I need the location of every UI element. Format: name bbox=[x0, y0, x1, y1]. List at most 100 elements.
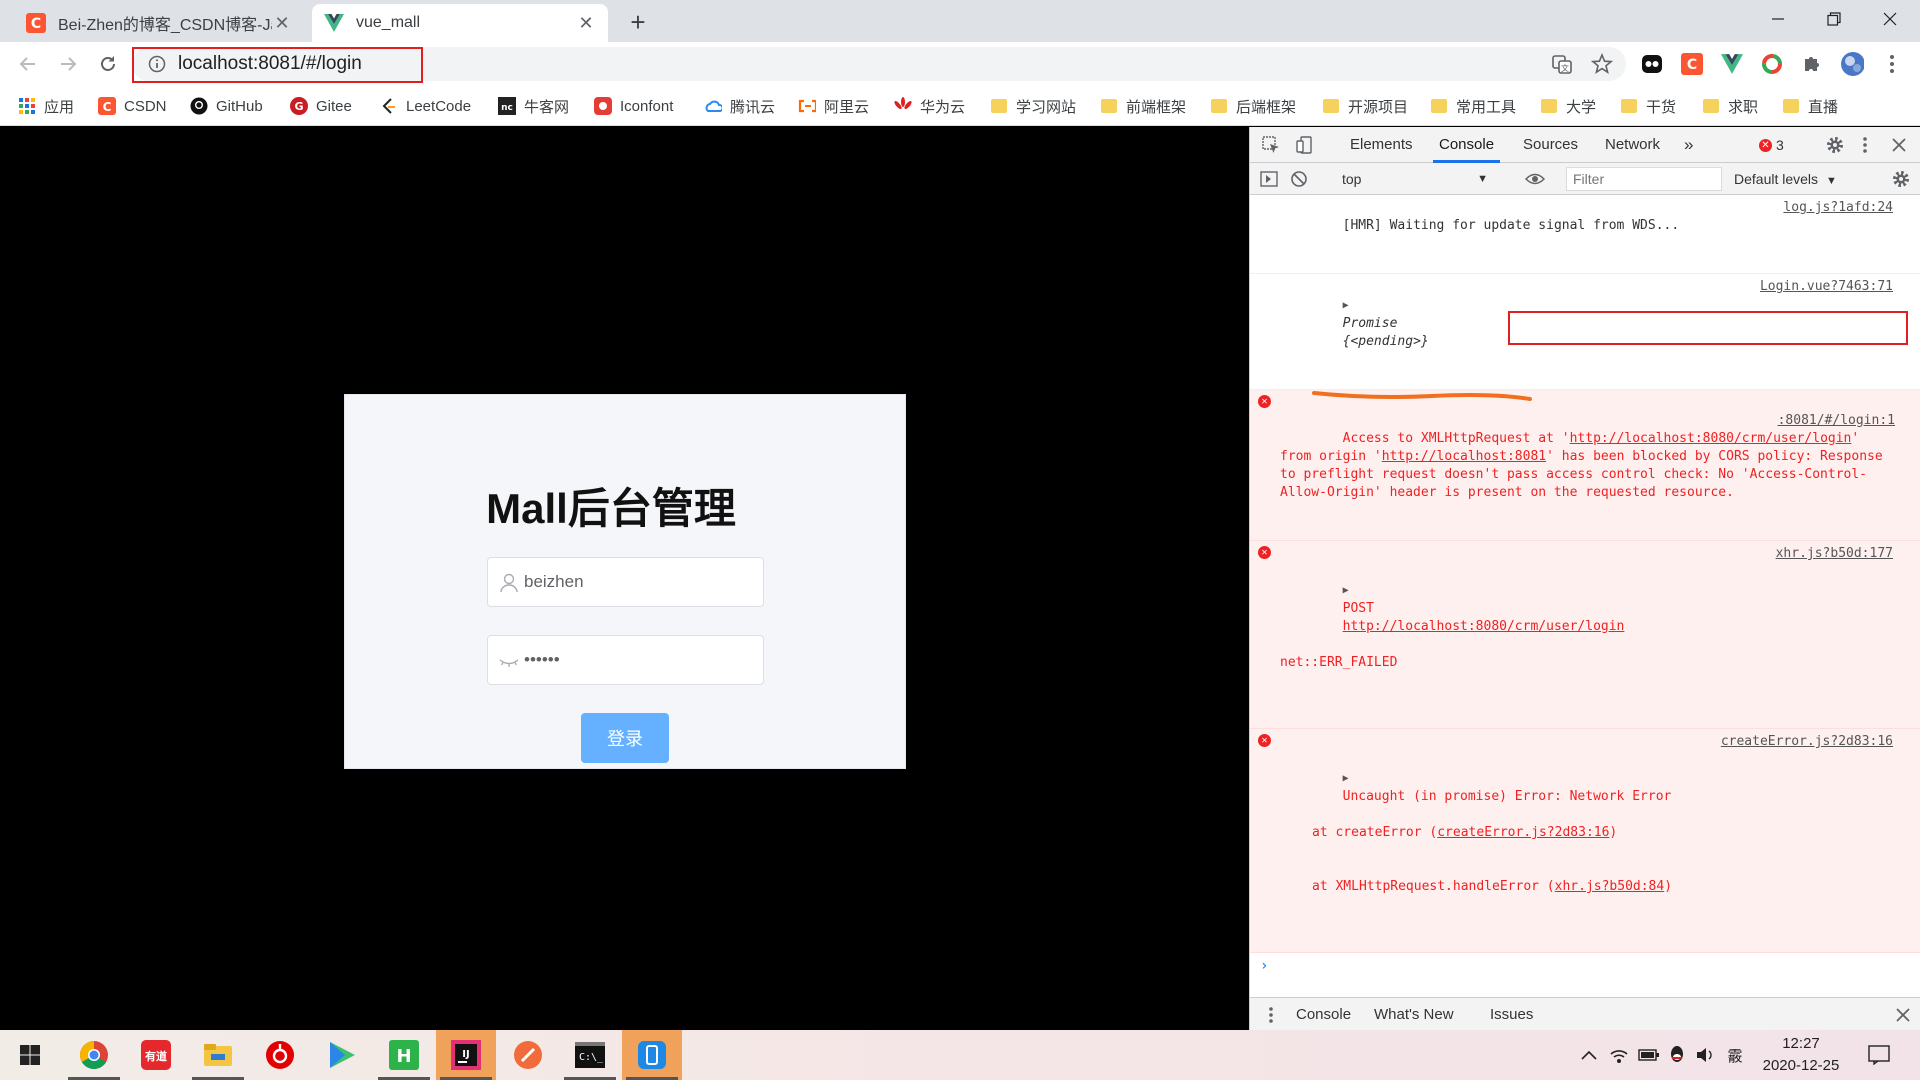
bookmark-nowcoder[interactable]: nc 牛客网 bbox=[498, 94, 569, 118]
terminal-icon[interactable]: C:\_ bbox=[560, 1030, 620, 1080]
new-tab-button[interactable]: + bbox=[624, 8, 652, 36]
intellij-idea-icon[interactable]: IJ bbox=[436, 1030, 496, 1080]
source-link[interactable]: createError.js?2d83:16 bbox=[1721, 733, 1893, 751]
bookmark-folder-live[interactable]: 直播 bbox=[1782, 94, 1838, 118]
bookmark-folder-goods[interactable]: 干货 bbox=[1620, 94, 1676, 118]
volume-icon[interactable] bbox=[1694, 1044, 1716, 1066]
sidebar-toggle-icon[interactable] bbox=[1258, 168, 1280, 190]
bookmark-folder-university[interactable]: 大学 bbox=[1540, 94, 1596, 118]
reload-button[interactable] bbox=[94, 50, 122, 78]
eye-icon[interactable] bbox=[1524, 168, 1546, 190]
device-toolbar-icon[interactable] bbox=[1294, 134, 1316, 156]
tab-console[interactable]: Console bbox=[1433, 127, 1501, 163]
context-select[interactable]: top ▼ bbox=[1336, 167, 1494, 191]
info-icon[interactable] bbox=[148, 55, 166, 73]
wifi-icon[interactable] bbox=[1608, 1044, 1630, 1066]
hbuilder-icon[interactable]: H bbox=[374, 1030, 434, 1080]
tab-network[interactable]: Network bbox=[1599, 127, 1666, 163]
expand-triangle-icon[interactable]: ▶ bbox=[1343, 585, 1349, 596]
bookmark-star-icon[interactable] bbox=[1590, 52, 1614, 76]
more-tabs-button[interactable]: » bbox=[1678, 127, 1699, 163]
expand-triangle-icon[interactable]: ▶ bbox=[1343, 773, 1349, 784]
clear-console-icon[interactable] bbox=[1288, 168, 1310, 190]
drawer-tab-whats-new[interactable]: What's New bbox=[1374, 998, 1454, 1031]
profile-avatar-icon[interactable] bbox=[1840, 52, 1864, 76]
windows-start-icon[interactable] bbox=[0, 1030, 60, 1080]
close-drawer-icon[interactable] bbox=[1892, 1004, 1914, 1026]
bookmark-folder-jobs[interactable]: 求职 bbox=[1702, 94, 1758, 118]
clock[interactable]: 12:27 2020-12-25 bbox=[1756, 1033, 1846, 1077]
minimize-button[interactable] bbox=[1750, 0, 1806, 38]
source-link[interactable]: Login.vue?7463:71 bbox=[1760, 278, 1893, 296]
drawer-menu-icon[interactable] bbox=[1260, 1004, 1282, 1026]
error-count-badge[interactable]: ✕ 3 bbox=[1759, 135, 1784, 155]
battery-icon[interactable] bbox=[1638, 1044, 1660, 1066]
log-levels-dropdown[interactable]: Default levels ▼ bbox=[1734, 167, 1837, 191]
filter-input[interactable] bbox=[1566, 167, 1722, 191]
bookmark-folder-opensource[interactable]: 开源项目 bbox=[1322, 94, 1408, 118]
username-field[interactable] bbox=[487, 557, 764, 607]
console-settings-gear-icon[interactable] bbox=[1890, 168, 1912, 190]
bookmark-folder-backend[interactable]: 后端框架 bbox=[1210, 94, 1296, 118]
back-button[interactable] bbox=[14, 50, 42, 78]
phone-app-icon[interactable] bbox=[622, 1030, 682, 1080]
drawer-tab-console[interactable]: Console bbox=[1296, 998, 1351, 1031]
bookmark-github[interactable]: GitHub bbox=[190, 94, 263, 118]
origin-link[interactable]: http://localhost:8081 bbox=[1382, 449, 1546, 464]
tab-elements[interactable]: Elements bbox=[1344, 127, 1419, 163]
ring-extension-icon[interactable] bbox=[1760, 52, 1784, 76]
close-icon[interactable]: ✕ bbox=[576, 13, 596, 33]
drawer-tab-issues[interactable]: Issues bbox=[1490, 998, 1533, 1031]
qq-icon[interactable] bbox=[1666, 1044, 1688, 1066]
bookmark-iconfont[interactable]: Iconfont bbox=[594, 94, 673, 118]
forward-button[interactable] bbox=[54, 50, 82, 78]
source-link[interactable]: :8081/#/login:1 bbox=[1777, 412, 1895, 430]
source-link[interactable]: log.js?1afd:24 bbox=[1783, 199, 1893, 217]
request-url-link[interactable]: http://localhost:8080/crm/user/login bbox=[1570, 431, 1852, 446]
bookmark-csdn[interactable]: C CSDN bbox=[98, 94, 167, 118]
netease-music-icon[interactable] bbox=[250, 1030, 310, 1080]
bookmark-aliyun[interactable]: 阿里云 bbox=[798, 94, 869, 118]
console-prompt[interactable]: › bbox=[1250, 953, 1920, 979]
url-text[interactable]: localhost:8081/#/login bbox=[178, 53, 362, 75]
bookmark-huawei-cloud[interactable]: 华为云 bbox=[894, 94, 965, 118]
source-link[interactable]: xhr.js?b50d:177 bbox=[1776, 545, 1893, 563]
video-player-icon[interactable] bbox=[312, 1030, 372, 1080]
request-url-link[interactable]: http://localhost:8080/crm/user/login bbox=[1343, 619, 1625, 634]
stack-link[interactable]: createError.js?2d83:16 bbox=[1437, 825, 1609, 840]
file-explorer-icon[interactable] bbox=[188, 1030, 248, 1080]
bookmark-folder-frontend[interactable]: 前端框架 bbox=[1100, 94, 1186, 118]
settings-gear-icon[interactable] bbox=[1824, 134, 1846, 156]
translate-icon[interactable]: 文 bbox=[1550, 52, 1574, 76]
password-field[interactable] bbox=[487, 635, 764, 685]
youdao-icon[interactable]: 有道 bbox=[126, 1030, 186, 1080]
extension-ghost-icon[interactable] bbox=[1640, 52, 1664, 76]
bookmark-tencent-cloud[interactable]: 腾讯云 bbox=[704, 94, 775, 118]
chevron-up-icon[interactable] bbox=[1578, 1044, 1600, 1066]
devtools-menu-icon[interactable] bbox=[1854, 134, 1876, 156]
close-icon[interactable]: ✕ bbox=[272, 13, 292, 33]
bookmark-leetcode[interactable]: LeetCode bbox=[380, 94, 471, 118]
bookmark-folder-tools[interactable]: 常用工具 bbox=[1430, 94, 1516, 118]
bookmark-gitee[interactable]: G Gitee bbox=[290, 94, 352, 118]
bookmark-apps[interactable]: 应用 bbox=[18, 94, 74, 118]
expand-triangle-icon[interactable]: ▶ bbox=[1343, 300, 1349, 311]
close-window-button[interactable] bbox=[1862, 0, 1918, 38]
input-method-indicator[interactable]: 霰 bbox=[1724, 1044, 1746, 1066]
password-input[interactable] bbox=[524, 636, 754, 684]
restore-button[interactable] bbox=[1806, 0, 1862, 38]
menu-kebab-icon[interactable] bbox=[1880, 52, 1904, 76]
login-button[interactable]: 登录 bbox=[581, 713, 669, 763]
csdn-extension-icon[interactable]: C bbox=[1680, 52, 1704, 76]
tab-csdn-blog[interactable]: C Bei-Zhen的博客_CSDN博客-Jav ✕ bbox=[14, 4, 304, 42]
postman-icon[interactable] bbox=[498, 1030, 558, 1080]
bookmark-folder-learning[interactable]: 学习网站 bbox=[990, 94, 1076, 118]
notification-icon[interactable] bbox=[1868, 1044, 1890, 1066]
close-devtools-icon[interactable] bbox=[1888, 134, 1910, 156]
stack-link[interactable]: xhr.js?b50d:84 bbox=[1555, 879, 1665, 894]
tab-vue-mall[interactable]: vue_mall ✕ bbox=[312, 4, 608, 42]
chrome-icon[interactable] bbox=[64, 1030, 124, 1080]
vue-devtools-icon[interactable] bbox=[1720, 52, 1744, 76]
inspect-element-icon[interactable] bbox=[1260, 134, 1282, 156]
extensions-puzzle-icon[interactable] bbox=[1800, 52, 1824, 76]
